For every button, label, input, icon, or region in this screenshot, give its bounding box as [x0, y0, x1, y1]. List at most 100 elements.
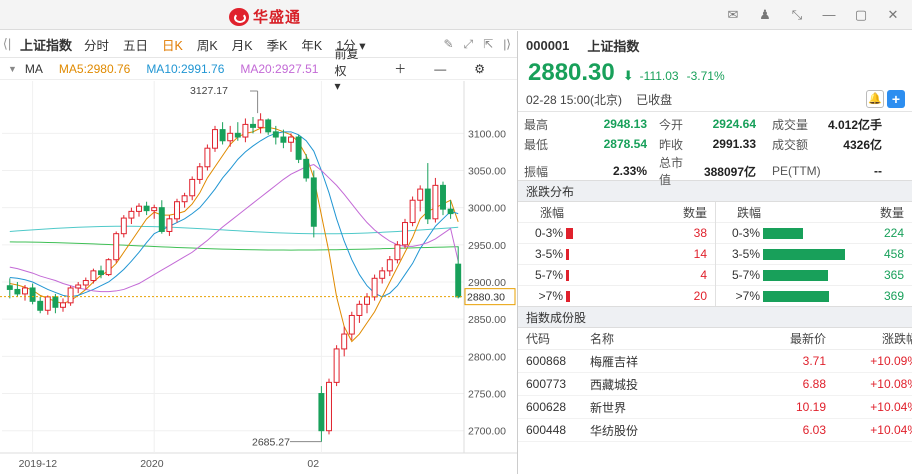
quote-stats: 最高 2948.13 今开 2924.64 成交量 4.012亿手 最低 2878.54 昨收 2… — [518, 111, 912, 187]
tab-period-monthly[interactable]: 月K — [232, 35, 253, 54]
quote-row: 振幅 2.33% 总市值 388097亿 PE(TTM) -- — [518, 154, 912, 187]
components-table: 代码 名称 最新价 涨跌幅 600868 梅雁吉祥 3.71 +10.09% 60077… — [518, 328, 912, 442]
candle-body — [82, 280, 89, 286]
candle-body — [371, 277, 378, 298]
tab-period-minute[interactable]: 分时 — [84, 35, 109, 54]
high-annotation: 3127.17 — [190, 85, 228, 97]
mail-icon[interactable]: ✉ — [722, 5, 744, 25]
ma-label[interactable]: MA — [25, 62, 43, 76]
tab-period-yearly[interactable]: 年K — [301, 35, 322, 54]
y-tick-label: 2750.00 — [468, 389, 506, 401]
ma-line — [9, 163, 459, 293]
candle-body — [212, 129, 218, 149]
down-count: 224 — [883, 226, 904, 240]
up-header-label: 涨幅 — [540, 205, 565, 220]
component-price: 6.88 — [802, 377, 826, 391]
quote-label: 总市值 — [659, 156, 684, 187]
tab-period-weekly[interactable]: 周K — [197, 35, 218, 54]
panel-grip-icon[interactable]: ⟨| — [0, 36, 14, 52]
candle-body — [143, 205, 150, 212]
component-chg: +10.08% — [870, 377, 912, 391]
component-name: 华纺股份 — [590, 423, 639, 438]
collapse-icon[interactable]: ⤡ — [786, 5, 808, 25]
quote-row: 最高 2948.13 今开 2924.64 成交量 4.012亿手 — [518, 114, 912, 134]
down-count: 458 — [883, 247, 904, 261]
candle-body — [67, 287, 74, 304]
y-tick-label: 2900.00 — [468, 277, 506, 289]
tab-period-daily[interactable]: 日K — [162, 35, 183, 54]
tab-period-5day[interactable]: 五日 — [123, 35, 148, 54]
up-range-label: 3-5% — [534, 247, 563, 261]
candle-body — [447, 208, 454, 215]
component-row[interactable]: 600628 新世界 10.19 +10.04% — [518, 396, 912, 419]
candle-body — [364, 296, 370, 305]
col-code[interactable]: 代码 — [526, 330, 590, 347]
candle-body — [424, 188, 431, 220]
component-price: 6.03 — [802, 423, 826, 437]
up-count-bar — [566, 248, 569, 260]
candle-body — [394, 244, 401, 261]
candle-body — [432, 184, 439, 220]
component-row[interactable]: 600868 梅雁吉祥 3.71 +10.09% — [518, 350, 912, 373]
col-price[interactable]: 最新价 — [716, 330, 826, 347]
component-row[interactable]: 600448 华纺股份 6.03 +10.04% — [518, 419, 912, 442]
col-chg[interactable]: 涨跌幅 — [826, 330, 912, 347]
brand-logo-icon — [229, 7, 249, 26]
settings-icon[interactable]: ⚙ — [474, 62, 485, 76]
quote-datetime: 02-28 15:00(北京) — [526, 92, 623, 107]
zoom-out-icon[interactable]: — — [434, 62, 446, 76]
candle-body — [120, 217, 127, 235]
candle-body — [14, 288, 21, 295]
y-tick-label: 2950.00 — [468, 240, 506, 252]
components-header: 代码 名称 最新价 涨跌幅 — [518, 328, 912, 350]
down-count: 365 — [883, 268, 904, 282]
candle-body — [234, 132, 241, 138]
candle-body — [204, 147, 211, 168]
candle-body — [189, 178, 196, 197]
quote-label: 成交额 — [772, 137, 809, 152]
up-count-bar — [566, 290, 570, 302]
x-tick-label: 2020 — [140, 458, 164, 470]
candle-body — [113, 233, 120, 261]
candle-body — [257, 119, 264, 128]
up-count: 20 — [693, 289, 707, 303]
distribution-table: 涨幅 数量 跌幅 数量 0-3% 38 0-3% 224 3-5% 14 3-5% 458 5-7%… — [518, 202, 912, 306]
ma5-value: MA5:2980.76 — [58, 61, 131, 76]
add-indicator-icon[interactable]: ＋ — [394, 60, 406, 77]
candle-body — [280, 136, 287, 143]
component-row[interactable]: 600773 西藏城投 6.88 +10.08% — [518, 373, 912, 396]
up-count: 4 — [700, 268, 707, 282]
candle-body — [6, 285, 13, 290]
x-tick-label: 2019-12 — [19, 458, 58, 470]
up-count-bar — [566, 227, 573, 239]
candle-body — [181, 195, 188, 203]
candle-body — [288, 136, 294, 143]
minimize-icon[interactable]: — — [818, 5, 840, 25]
quote-value: 2878.54 — [603, 137, 647, 151]
title-bar: 华盛通 ✉ ♟ ⤡ — ▢ ✕ — [0, 0, 912, 30]
quote-value: 2924.64 — [712, 117, 756, 131]
quote-value: 4326亿 — [843, 137, 882, 152]
component-price: 10.19 — [795, 400, 826, 414]
alert-bell-icon[interactable]: 🔔 — [866, 90, 884, 108]
candle-body — [105, 259, 112, 276]
add-watchlist-button[interactable]: + — [887, 90, 905, 108]
candle-body — [227, 132, 234, 142]
candle-body — [455, 263, 462, 298]
ma-legend: ▼ MA MA5:2980.76 MA10:2991.76 MA20:2927.… — [0, 47, 517, 93]
quote-label: 最低 — [524, 137, 549, 152]
maximize-icon[interactable]: ▢ — [850, 5, 872, 25]
component-name: 新世界 — [590, 400, 627, 415]
panel-toggle-icon[interactable]: |⟩ — [503, 37, 511, 52]
y-tick-label: 2700.00 — [468, 426, 506, 438]
shirt-icon[interactable]: ♟ — [754, 5, 776, 25]
collapse-triangle-icon[interactable]: ▼ — [8, 64, 17, 74]
tab-period-quarterly[interactable]: 季K — [267, 35, 288, 54]
y-tick-label: 3000.00 — [468, 203, 506, 215]
candle-body — [22, 287, 28, 295]
col-name[interactable]: 名称 — [590, 330, 716, 347]
close-icon[interactable]: ✕ — [882, 5, 904, 25]
quote-label: 最高 — [524, 117, 549, 132]
kline-chart[interactable]: 3100.00 3050.00 3000.00 2950.00 2900.00 2850.… — [0, 81, 517, 474]
component-name: 西藏城投 — [590, 377, 639, 392]
